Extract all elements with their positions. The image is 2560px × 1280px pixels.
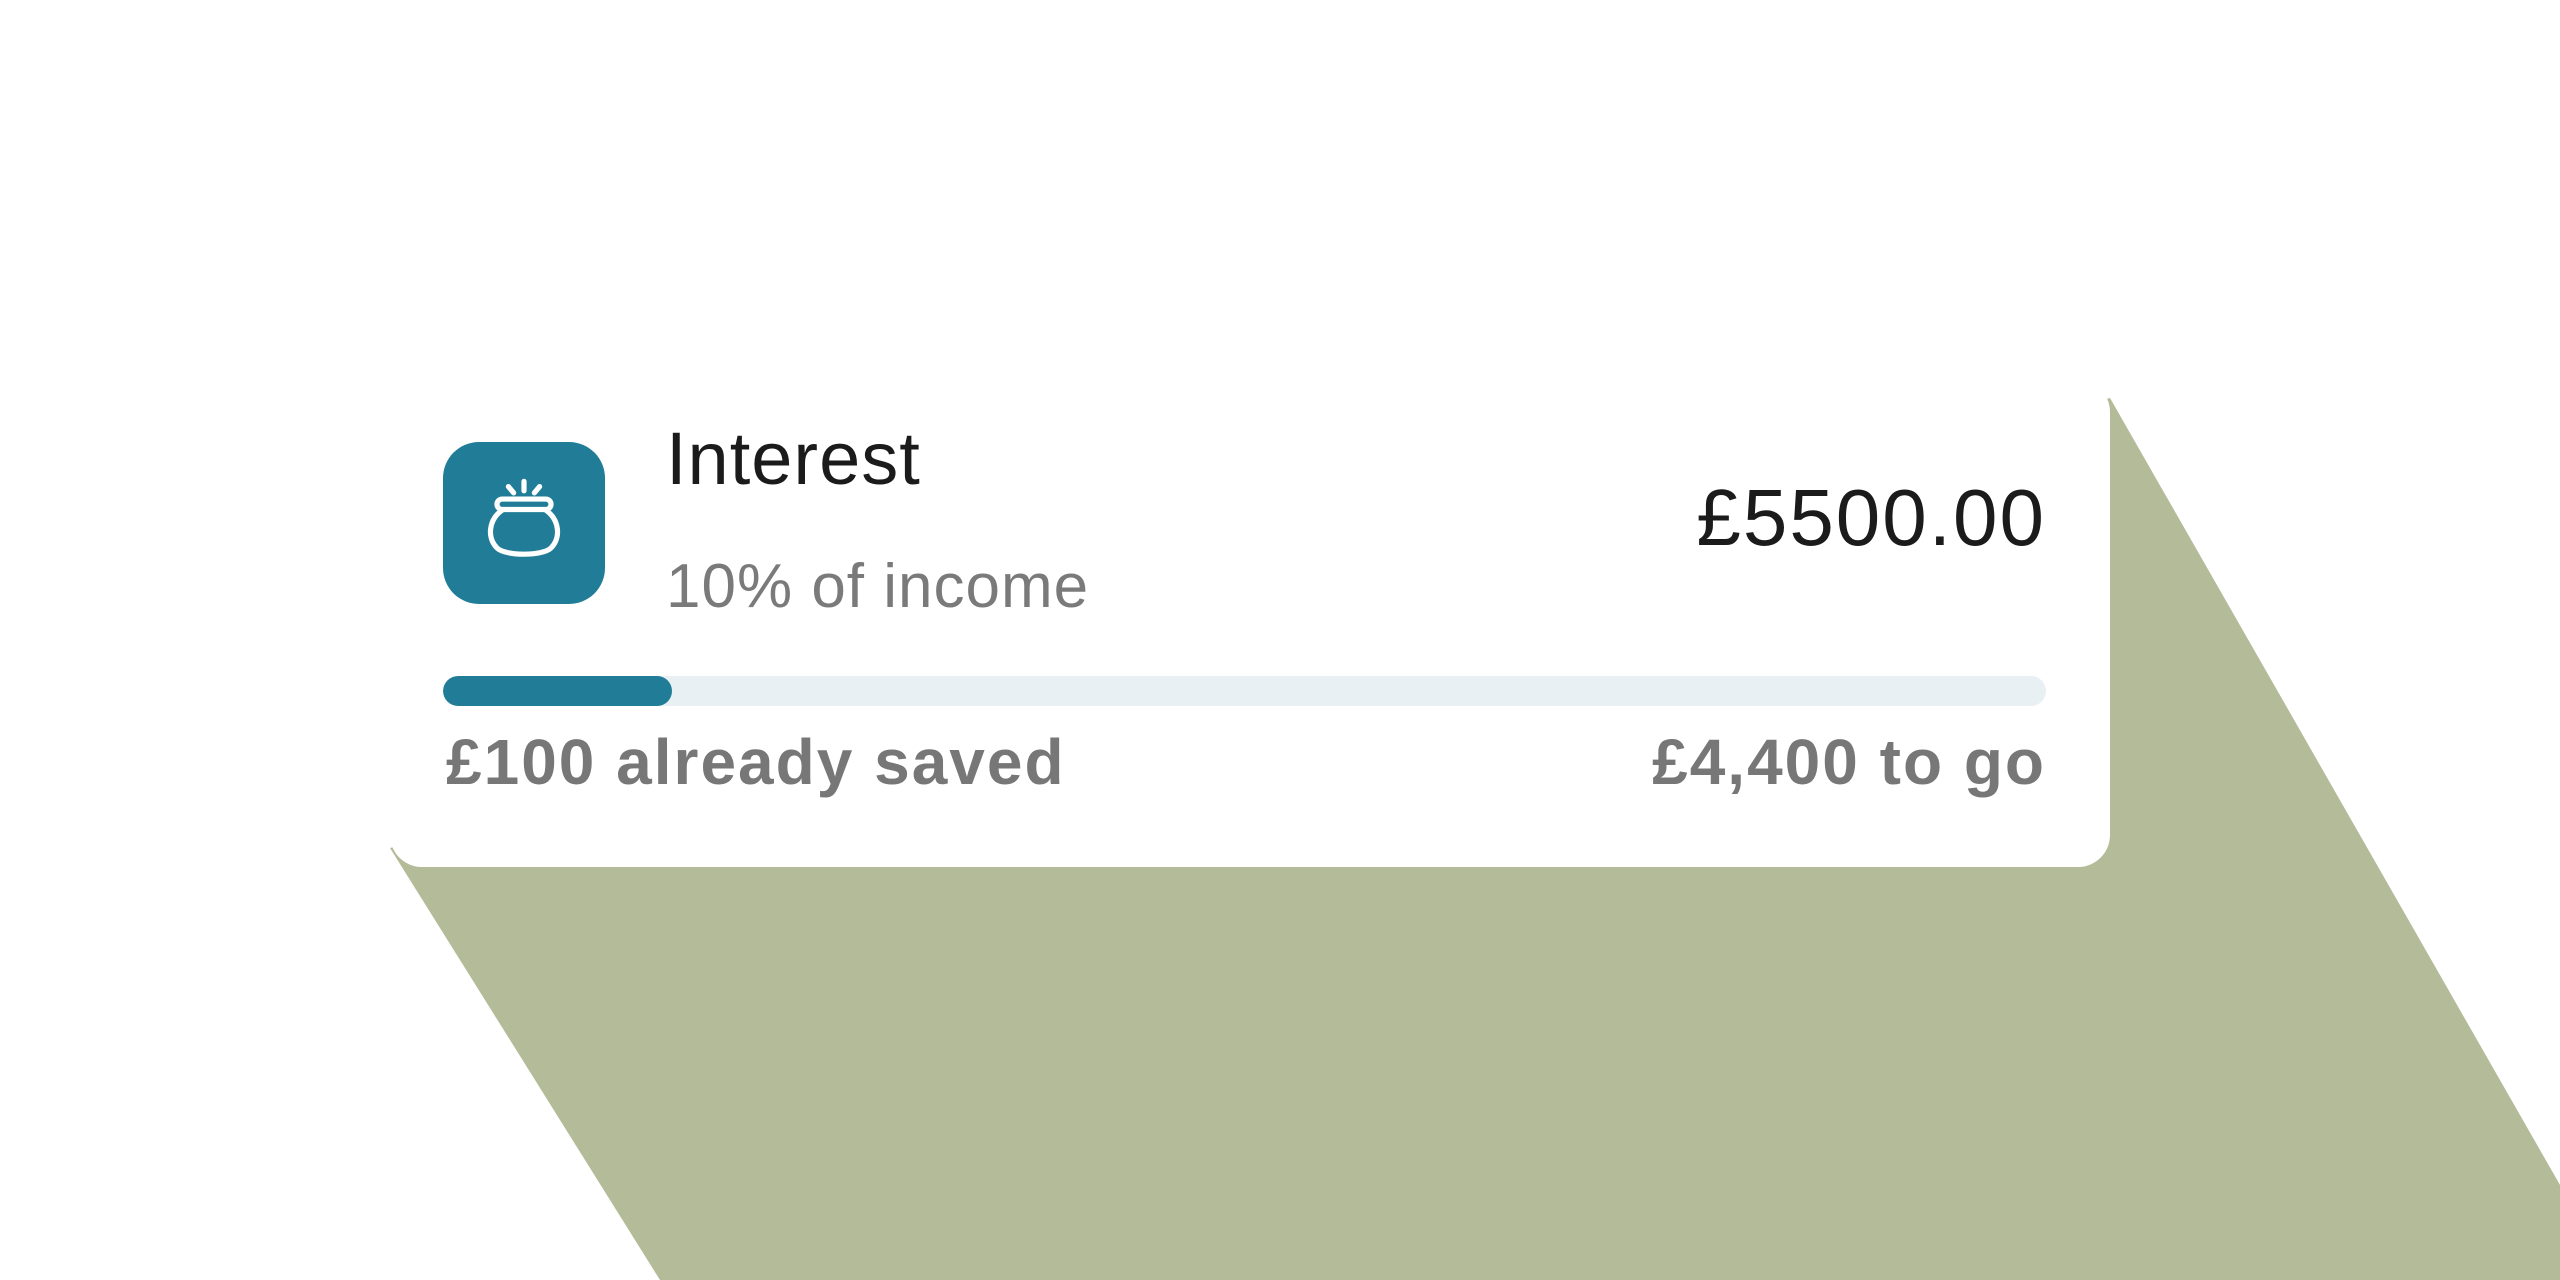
savings-pot-card[interactable]: Interest 10% of income £5500.00 £100 alr… — [390, 380, 2110, 867]
pot-target-amount: £5500.00 — [1696, 473, 2046, 562]
pot-title: Interest — [666, 417, 921, 500]
pot-subtitle: 10% of income — [666, 552, 1090, 621]
savings-progress-bar — [443, 676, 2046, 706]
savings-progress-fill — [443, 676, 673, 706]
pot-icon — [443, 442, 605, 604]
stage: Interest 10% of income £5500.00 £100 alr… — [0, 0, 2560, 1280]
saved-amount-label: £100 already saved — [446, 726, 1066, 798]
remaining-amount-label: £4,400 to go — [1652, 726, 2046, 798]
